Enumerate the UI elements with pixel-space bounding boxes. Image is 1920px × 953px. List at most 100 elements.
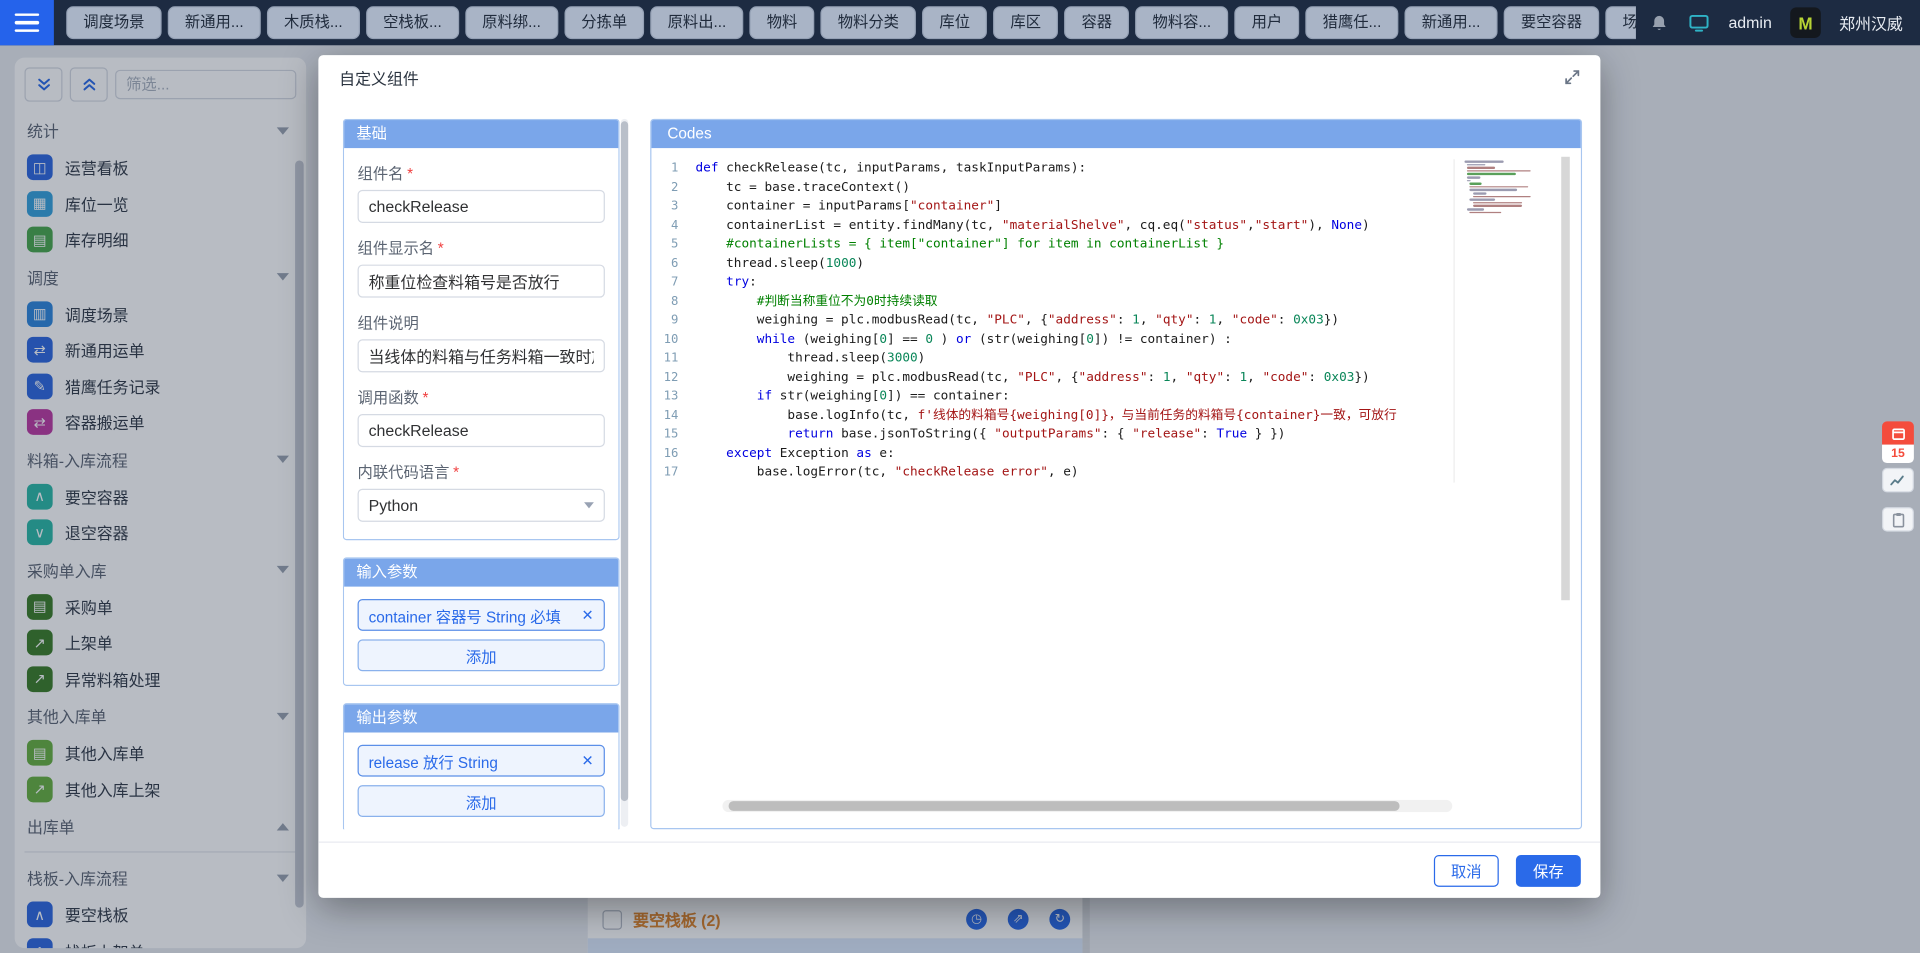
code-text: try:: [696, 274, 757, 289]
line-number: 16: [651, 444, 678, 463]
cancel-button[interactable]: 取消: [1434, 854, 1499, 886]
code-line: 12 weighing = plc.modbusRead(tc, "PLC", …: [651, 368, 1453, 387]
nav-tab[interactable]: 调度场景: [66, 6, 162, 40]
alert-badge-icon[interactable]: [1882, 421, 1914, 444]
code-text: if str(weighing[0]) == container:: [696, 388, 1010, 403]
code-text: def checkRelease(tc, inputParams, taskIn…: [696, 160, 1087, 175]
code-line: 5 #containerLists = { item["container"] …: [651, 235, 1453, 254]
code-text: tc = base.traceContext(): [696, 179, 910, 194]
line-number: 14: [651, 406, 678, 425]
line-number: 3: [651, 197, 678, 216]
minimap-line: [1473, 195, 1531, 197]
form-column-scrollbar[interactable]: [621, 119, 628, 827]
navbar-right: admin M 郑州汉威: [1648, 7, 1903, 38]
input-param-tag[interactable]: container 容器号 String 必填 ✕: [358, 599, 605, 631]
nav-tab[interactable]: 用户: [1234, 6, 1299, 40]
param-tag-label: container 容器号 String 必填: [369, 603, 561, 626]
minimap-line: [1470, 186, 1528, 188]
code-line: 2 tc = base.traceContext(): [651, 178, 1453, 197]
code-editor[interactable]: 1def checkRelease(tc, inputParams, taskI…: [651, 148, 1580, 828]
line-number: 10: [651, 330, 678, 349]
description-input[interactable]: [358, 339, 605, 372]
code-text: base.logError(tc, "checkRelease error", …: [696, 464, 1079, 479]
nav-tab[interactable]: 原料出...: [650, 6, 743, 40]
minimap-line: [1473, 192, 1487, 194]
code-line: 8 #判断当称重位不为0时持续读取: [651, 292, 1453, 311]
field-label-text: 组件显示名: [358, 240, 435, 257]
close-icon[interactable]: ✕: [582, 606, 594, 623]
expand-icon[interactable]: [1561, 66, 1583, 88]
basic-panel: 基础 组件名*组件显示名*组件说明调用函数*内联代码语言*Python: [343, 119, 620, 540]
company-logo: M: [1790, 7, 1821, 38]
minimap-line: [1473, 202, 1522, 204]
editor-vertical-scrollbar[interactable]: [1561, 148, 1570, 828]
field-label: 调用函数*: [358, 385, 605, 408]
nav-tab[interactable]: 猎鹰任...: [1305, 6, 1398, 40]
field-label: 组件名*: [358, 160, 605, 183]
bell-icon[interactable]: [1648, 12, 1670, 34]
component-name-input[interactable]: [358, 190, 605, 223]
chart-widget-icon[interactable]: [1882, 468, 1914, 492]
output-param-tag[interactable]: release 放行 String ✕: [358, 745, 605, 777]
nav-tab[interactable]: 空栈板...: [366, 6, 459, 40]
floating-widgets: 15: [1882, 421, 1914, 531]
field-label-text: 内联代码语言: [358, 464, 450, 481]
nav-tab[interactable]: 库区: [993, 6, 1058, 40]
code-line: 7 try:: [651, 273, 1453, 292]
nav-tab[interactable]: 物料分类: [821, 6, 917, 40]
chevron-down-icon: [584, 502, 594, 508]
screen: 调度场景新通用...木质栈...空栈板...原料绑...分拣单原料出...物料物…: [0, 0, 1920, 953]
nav-tab-strip: 调度场景新通用...木质栈...空栈板...原料绑...分拣单原料出...物料物…: [66, 6, 1635, 40]
nav-tab[interactable]: 分拣单: [564, 6, 644, 40]
field-label: 组件显示名*: [358, 235, 605, 258]
line-number: 2: [651, 178, 678, 197]
function-name-input[interactable]: [358, 414, 605, 447]
field-label-text: 组件名: [358, 165, 404, 182]
add-output-param-button[interactable]: 添加: [358, 785, 605, 817]
code-line: 1def checkRelease(tc, inputParams, taskI…: [651, 159, 1453, 178]
input-params-header: 输入参数: [344, 559, 618, 587]
field-label-text: 调用函数: [358, 390, 419, 407]
username[interactable]: admin: [1728, 13, 1771, 31]
nav-tab[interactable]: 新通用...: [1405, 6, 1498, 40]
add-input-param-button[interactable]: 添加: [358, 639, 605, 671]
monitor-icon[interactable]: [1688, 12, 1710, 34]
field-label: 内联代码语言*: [358, 459, 605, 482]
menu-button[interactable]: [0, 0, 54, 45]
close-icon[interactable]: ✕: [582, 752, 594, 769]
code-content[interactable]: 1def checkRelease(tc, inputParams, taskI…: [651, 159, 1454, 482]
minimap-line: [1470, 199, 1495, 201]
field-label: 组件说明: [358, 310, 605, 333]
code-line: 16 except Exception as e:: [651, 444, 1453, 463]
language-select[interactable]: Python: [358, 489, 605, 522]
form-field: 调用函数*: [358, 385, 605, 447]
nav-tab[interactable]: 要空容器: [1504, 6, 1600, 40]
display-name-input[interactable]: [358, 265, 605, 298]
code-text: base.logInfo(tc, f'线体的料箱号{weighing[0]}，与…: [696, 407, 1397, 422]
alert-count[interactable]: 15: [1882, 445, 1914, 463]
nav-tab[interactable]: 容器: [1064, 6, 1129, 40]
code-line: 13 if str(weighing[0]) == container:: [651, 387, 1453, 406]
minimap-line: [1473, 205, 1522, 207]
minimap-line: [1467, 208, 1484, 210]
output-params-panel: 输出参数 release 放行 String✕ 添加: [343, 703, 620, 829]
save-button[interactable]: 保存: [1516, 854, 1581, 886]
editor-horizontal-scrollbar[interactable]: [722, 800, 1452, 812]
nav-tab[interactable]: 原料绑...: [465, 6, 558, 40]
editor-minimap[interactable]: [1464, 160, 1557, 214]
form-field: 组件名*: [358, 160, 605, 222]
top-navbar: 调度场景新通用...木质栈...空栈板...原料绑...分拣单原料出...物料物…: [0, 0, 1920, 45]
component-form-column: 基础 组件名*组件显示名*组件说明调用函数*内联代码语言*Python 输入参数…: [343, 119, 620, 829]
nav-tab[interactable]: 新通用...: [168, 6, 261, 40]
nav-tab[interactable]: 物料容...: [1135, 6, 1228, 40]
input-params-panel: 输入参数 container 容器号 String 必填 ✕ 添加: [343, 557, 620, 686]
code-text: containerList = entity.findMany(tc, "mat…: [696, 217, 1370, 232]
nav-tab[interactable]: 物料: [750, 6, 815, 40]
nav-tab[interactable]: 库位: [922, 6, 987, 40]
clipboard-widget-icon[interactable]: [1882, 507, 1914, 531]
line-number: 6: [651, 254, 678, 273]
nav-tab[interactable]: 木质栈...: [267, 6, 360, 40]
nav-tab[interactable]: 场景编辑: [1605, 6, 1635, 40]
param-tag-label: release 放行 String: [369, 749, 498, 772]
code-line: 11 thread.sleep(3000): [651, 349, 1453, 368]
